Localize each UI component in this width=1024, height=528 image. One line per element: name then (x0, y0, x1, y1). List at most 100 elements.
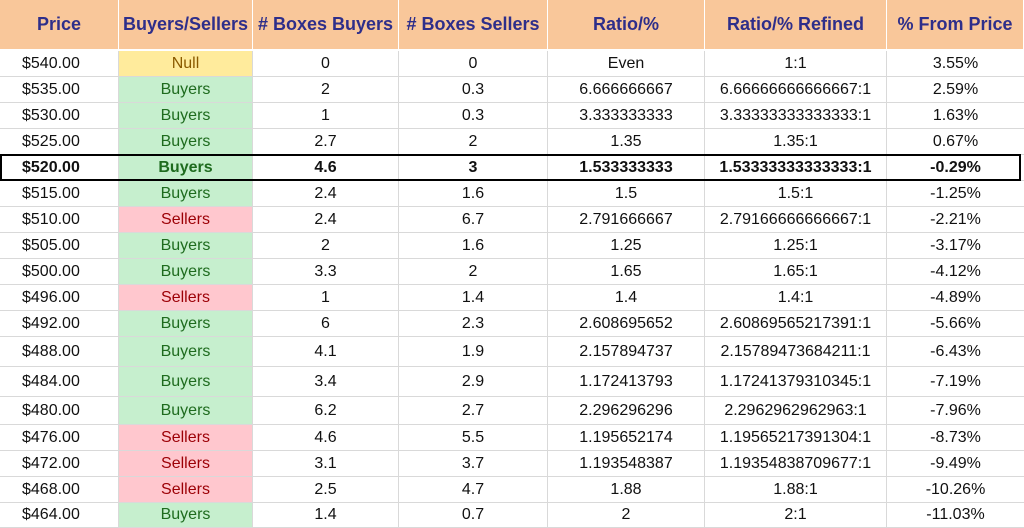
price-cell[interactable]: $535.00 (0, 77, 119, 103)
boxes-sellers-cell[interactable]: 1.9 (399, 337, 548, 367)
percent-from-price-cell[interactable]: -4.89% (887, 285, 1024, 311)
ratio-refined-cell[interactable]: 1.88:1 (705, 477, 887, 503)
boxes-buyers-cell[interactable]: 3.1 (253, 451, 399, 477)
boxes-sellers-cell[interactable]: 1.4 (399, 285, 548, 311)
percent-from-price-cell[interactable]: -1.25% (887, 181, 1024, 207)
ratio-cell[interactable]: 1.4 (548, 285, 705, 311)
ratio-cell[interactable]: 1.25 (548, 233, 705, 259)
boxes-sellers-cell[interactable]: 0 (399, 51, 548, 77)
signal-cell[interactable]: Sellers (119, 285, 253, 311)
ratio-cell[interactable]: 6.666666667 (548, 77, 705, 103)
ratio-cell[interactable]: 2 (548, 503, 705, 528)
boxes-buyers-cell[interactable]: 6 (253, 311, 399, 337)
signal-cell[interactable]: Sellers (119, 477, 253, 503)
price-cell[interactable]: $515.00 (0, 181, 119, 207)
ratio-cell[interactable]: 1.533333333 (548, 155, 705, 181)
ratio-refined-cell[interactable]: 1.19354838709677:1 (705, 451, 887, 477)
ratio-cell[interactable]: 1.195652174 (548, 425, 705, 451)
percent-from-price-cell[interactable]: -10.26% (887, 477, 1024, 503)
ratio-refined-cell[interactable]: 1.17241379310345:1 (705, 367, 887, 397)
signal-cell[interactable]: Buyers (119, 367, 253, 397)
price-cell[interactable]: $472.00 (0, 451, 119, 477)
boxes-sellers-cell[interactable]: 2.9 (399, 367, 548, 397)
signal-cell[interactable]: Sellers (119, 425, 253, 451)
signal-cell[interactable]: Buyers (119, 503, 253, 528)
percent-from-price-cell[interactable]: -7.96% (887, 397, 1024, 425)
price-cell[interactable]: $540.00 (0, 51, 119, 77)
signal-cell[interactable]: Sellers (119, 207, 253, 233)
ratio-refined-cell[interactable]: 2.15789473684211:1 (705, 337, 887, 367)
boxes-buyers-cell[interactable]: 2.4 (253, 181, 399, 207)
signal-cell[interactable]: Buyers (119, 233, 253, 259)
percent-from-price-cell[interactable]: -2.21% (887, 207, 1024, 233)
boxes-sellers-cell[interactable]: 2 (399, 129, 548, 155)
percent-from-price-cell[interactable]: -4.12% (887, 259, 1024, 285)
boxes-buyers-cell[interactable]: 3.3 (253, 259, 399, 285)
boxes-sellers-cell[interactable]: 0.7 (399, 503, 548, 528)
signal-cell[interactable]: Buyers (119, 259, 253, 285)
percent-from-price-cell[interactable]: -9.49% (887, 451, 1024, 477)
signal-cell[interactable]: Null (119, 51, 253, 77)
price-cell[interactable]: $484.00 (0, 367, 119, 397)
boxes-sellers-cell[interactable]: 5.5 (399, 425, 548, 451)
boxes-buyers-cell[interactable]: 1.4 (253, 503, 399, 528)
price-cell[interactable]: $510.00 (0, 207, 119, 233)
ratio-cell[interactable]: 2.157894737 (548, 337, 705, 367)
percent-from-price-cell[interactable]: -6.43% (887, 337, 1024, 367)
boxes-sellers-cell[interactable]: 3.7 (399, 451, 548, 477)
ratio-refined-cell[interactable]: 1.4:1 (705, 285, 887, 311)
percent-from-price-cell[interactable]: 2.59% (887, 77, 1024, 103)
signal-cell[interactable]: Buyers (119, 129, 253, 155)
price-cell[interactable]: $530.00 (0, 103, 119, 129)
ratio-cell[interactable]: 2.608695652 (548, 311, 705, 337)
column-header-ratio-refined[interactable]: Ratio/% Refined (705, 0, 887, 50)
ratio-cell[interactable]: 1.193548387 (548, 451, 705, 477)
percent-from-price-cell[interactable]: -7.19% (887, 367, 1024, 397)
signal-cell[interactable]: Buyers (119, 155, 253, 181)
ratio-refined-cell[interactable]: 1:1 (705, 51, 887, 77)
boxes-buyers-cell[interactable]: 2.7 (253, 129, 399, 155)
percent-from-price-cell[interactable]: -11.03% (887, 503, 1024, 528)
ratio-refined-cell[interactable]: 1.53333333333333:1 (705, 155, 887, 181)
signal-cell[interactable]: Buyers (119, 311, 253, 337)
column-header-percent-from-price[interactable]: % From Price (887, 0, 1024, 50)
ratio-refined-cell[interactable]: 2:1 (705, 503, 887, 528)
ratio-cell[interactable]: 1.172413793 (548, 367, 705, 397)
percent-from-price-cell[interactable]: 3.55% (887, 51, 1024, 77)
boxes-sellers-cell[interactable]: 1.6 (399, 233, 548, 259)
ratio-refined-cell[interactable]: 1.5:1 (705, 181, 887, 207)
ratio-refined-cell[interactable]: 2.2962962962963:1 (705, 397, 887, 425)
boxes-buyers-cell[interactable]: 4.1 (253, 337, 399, 367)
boxes-buyers-cell[interactable]: 2.4 (253, 207, 399, 233)
boxes-sellers-cell[interactable]: 1.6 (399, 181, 548, 207)
ratio-refined-cell[interactable]: 2.60869565217391:1 (705, 311, 887, 337)
ratio-refined-cell[interactable]: 1.65:1 (705, 259, 887, 285)
boxes-sellers-cell[interactable]: 2.7 (399, 397, 548, 425)
boxes-sellers-cell[interactable]: 2.3 (399, 311, 548, 337)
boxes-buyers-cell[interactable]: 1 (253, 103, 399, 129)
boxes-sellers-cell[interactable]: 6.7 (399, 207, 548, 233)
price-cell[interactable]: $492.00 (0, 311, 119, 337)
price-cell[interactable]: $505.00 (0, 233, 119, 259)
boxes-buyers-cell[interactable]: 1 (253, 285, 399, 311)
boxes-buyers-cell[interactable]: 2.5 (253, 477, 399, 503)
ratio-refined-cell[interactable]: 1.19565217391304:1 (705, 425, 887, 451)
boxes-sellers-cell[interactable]: 0.3 (399, 103, 548, 129)
price-cell[interactable]: $464.00 (0, 503, 119, 528)
ratio-cell[interactable]: Even (548, 51, 705, 77)
column-header-buyers-sellers[interactable]: Buyers/Sellers (119, 0, 253, 50)
signal-cell[interactable]: Buyers (119, 77, 253, 103)
boxes-buyers-cell[interactable]: 4.6 (253, 425, 399, 451)
ratio-cell[interactable]: 3.333333333 (548, 103, 705, 129)
boxes-buyers-cell[interactable]: 6.2 (253, 397, 399, 425)
ratio-refined-cell[interactable]: 6.66666666666667:1 (705, 77, 887, 103)
price-cell[interactable]: $480.00 (0, 397, 119, 425)
boxes-buyers-cell[interactable]: 2 (253, 233, 399, 259)
percent-from-price-cell[interactable]: -0.29% (887, 155, 1024, 181)
price-cell[interactable]: $488.00 (0, 337, 119, 367)
price-cell[interactable]: $500.00 (0, 259, 119, 285)
ratio-cell[interactable]: 2.296296296 (548, 397, 705, 425)
boxes-buyers-cell[interactable]: 3.4 (253, 367, 399, 397)
percent-from-price-cell[interactable]: 1.63% (887, 103, 1024, 129)
ratio-refined-cell[interactable]: 3.33333333333333:1 (705, 103, 887, 129)
